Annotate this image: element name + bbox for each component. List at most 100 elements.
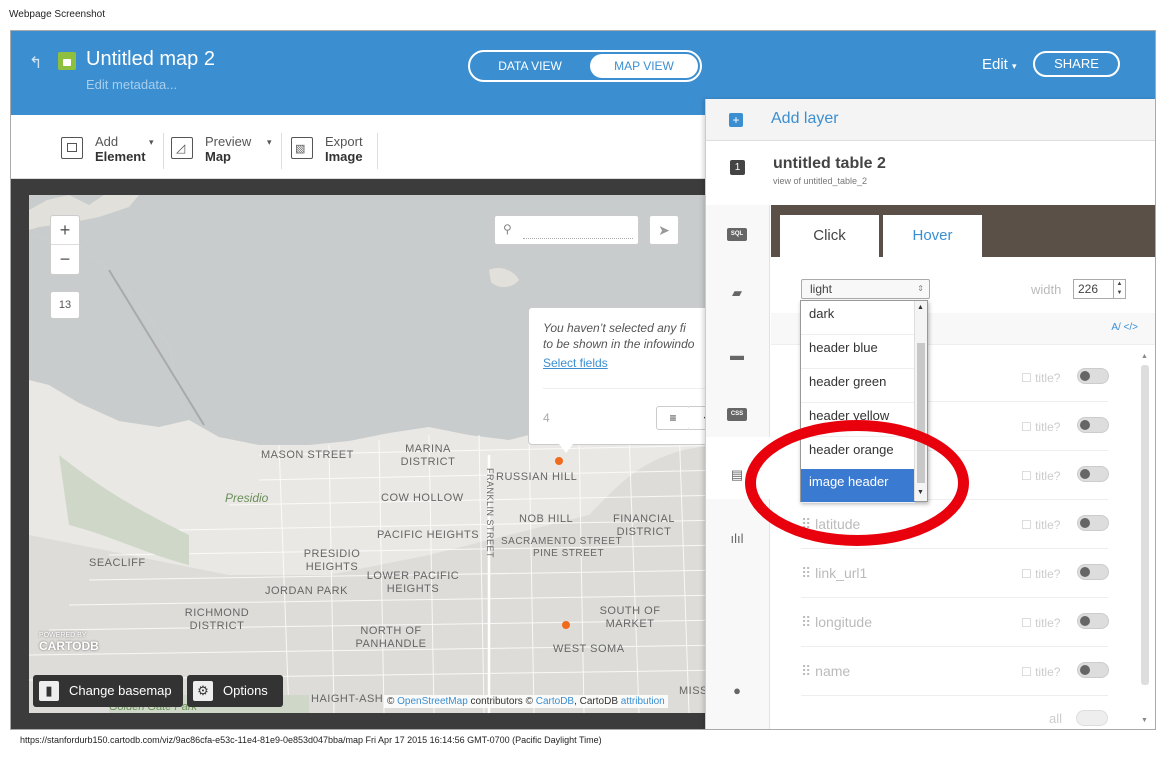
layer-header[interactable]: 1 untitled table 2 view of untitled_tabl…: [706, 142, 1155, 205]
field-row: ⠿ longitude ☐ title?: [801, 598, 1109, 647]
filters-chart-icon[interactable]: ılıl: [726, 531, 748, 547]
map-label: NORTH OF PANHANDLE: [355, 625, 427, 650]
field-toggle[interactable]: [1077, 515, 1109, 531]
sql-icon[interactable]: SQL: [726, 227, 748, 243]
field-toggle[interactable]: [1077, 466, 1109, 482]
cartodb-link[interactable]: CartoDB: [536, 696, 574, 707]
list-icon[interactable]: ≡: [656, 406, 690, 430]
map-label: HAIGHT-ASH: [311, 693, 384, 705]
title-checkbox-label: title?: [1035, 518, 1061, 532]
openstreetmap-link[interactable]: OpenStreetMap: [397, 696, 468, 707]
toolbar-divider: [377, 133, 378, 169]
theme-select-value: light: [810, 282, 833, 296]
change-basemap-button[interactable]: ▮ Change basemap: [33, 675, 183, 707]
infowindow-line2: to be shown in the infowindo: [543, 337, 695, 351]
cartodb-logo: CARTODB: [39, 639, 99, 653]
zoom-in-button[interactable]: +: [51, 216, 79, 245]
edit-menu[interactable]: Edit ▾: [982, 56, 1017, 73]
add-element-line2: Element: [95, 149, 146, 164]
width-input[interactable]: 226 ▲ ▼: [1073, 279, 1126, 299]
back-arrow-icon[interactable]: ↰: [29, 53, 42, 73]
locate-arrow-icon[interactable]: ➤: [649, 215, 679, 245]
dropdown-option[interactable]: header blue: [801, 335, 915, 369]
preview-map-button[interactable]: ◿ Preview Map ▾: [171, 133, 281, 169]
search-icon: ⚲: [503, 222, 512, 236]
map-view-button[interactable]: MAP VIEW: [590, 54, 698, 78]
field-toggle[interactable]: [1077, 564, 1109, 580]
title-checkbox[interactable]: ☐ title?: [1021, 665, 1060, 679]
select-fields-link[interactable]: Select fields: [543, 356, 608, 370]
lock-icon[interactable]: [58, 52, 76, 70]
title-checkbox[interactable]: ☐ title?: [1021, 518, 1060, 532]
field-label: link_url1: [815, 565, 868, 581]
scroll-up-icon[interactable]: ▲: [917, 304, 924, 311]
layer-name[interactable]: untitled table 2: [773, 155, 886, 173]
dropdown-option[interactable]: dark: [801, 301, 915, 335]
field-name: ⠿ link_url1: [801, 565, 868, 581]
dropdown-option[interactable]: header green: [801, 369, 915, 403]
field-toggle[interactable]: [1077, 613, 1109, 629]
scroll-up-icon[interactable]: ▲: [1141, 353, 1148, 360]
css-icon[interactable]: CSS: [726, 407, 748, 423]
all-toggle[interactable]: [1076, 710, 1108, 726]
title-checkbox[interactable]: ☐ title?: [1021, 616, 1060, 630]
title-checkbox-label: title?: [1035, 371, 1061, 385]
title-checkbox[interactable]: ☐ title?: [1021, 371, 1060, 385]
width-stepper[interactable]: ▲ ▼: [1113, 280, 1125, 298]
map-title[interactable]: Untitled map 2: [86, 48, 215, 71]
infowindow-message: You haven’t selected any fi to be shown …: [543, 320, 729, 352]
field-row: ⠿ name ☐ title?: [801, 647, 1109, 696]
scrollbar-thumb[interactable]: [1141, 365, 1149, 685]
field-row: ⠿ link_url1 ☐ title?: [801, 549, 1109, 598]
add-element-button[interactable]: Add Element ▾: [61, 133, 161, 169]
title-checkbox-label: title?: [1035, 567, 1061, 581]
infowindow-icon[interactable]: ▬: [726, 347, 748, 363]
width-label: width: [1031, 282, 1062, 297]
options-button[interactable]: ⚙ Options: [187, 675, 283, 707]
title-checkbox[interactable]: ☐ title?: [1021, 567, 1060, 581]
width-value: 226: [1078, 282, 1099, 296]
field-toggle[interactable]: [1077, 662, 1109, 678]
export-line1: Export: [325, 134, 363, 149]
map-canvas[interactable]: MASON STREET MARINA DISTRICT Presidio CO…: [29, 195, 729, 713]
attribution-link[interactable]: attribution: [621, 696, 665, 707]
map-label: WEST SOMA: [553, 643, 625, 655]
code-icons[interactable]: A/ </>: [1111, 322, 1138, 333]
map-point: [555, 457, 563, 465]
share-button[interactable]: SHARE: [1033, 51, 1120, 77]
field-toggle[interactable]: [1077, 368, 1109, 384]
url-footer: https://stanfordurb150.cartodb.com/viz/9…: [20, 735, 602, 745]
export-image-button[interactable]: ▧ Export Image: [291, 133, 381, 169]
theme-select[interactable]: light ⇕: [801, 279, 930, 299]
map-label: PACIFIC HEIGHTS: [377, 529, 480, 541]
map-search-input[interactable]: [523, 226, 633, 239]
preview-icon: ◿: [171, 137, 193, 159]
fields-scrollbar[interactable]: ▲ ▼: [1139, 353, 1151, 728]
export-line2: Image: [325, 149, 363, 164]
map-label: Presidio: [225, 491, 269, 505]
chevron-down-icon: ▾: [1012, 61, 1017, 71]
add-layer-bar[interactable]: + Add layer: [706, 99, 1155, 141]
tab-hover[interactable]: Hover: [883, 215, 982, 257]
wizard-icon[interactable]: ●: [726, 683, 748, 699]
field-label: name: [815, 663, 851, 679]
layer-subtitle: view of untitled_table_2: [773, 176, 868, 186]
field-name: ⠿ name: [801, 663, 851, 679]
zoom-out-button[interactable]: −: [51, 245, 79, 274]
gear-icon: ⚙: [193, 681, 213, 701]
title-checkbox[interactable]: ☐ title?: [1021, 469, 1060, 483]
brush-icon[interactable]: ▰: [726, 285, 748, 301]
title-checkbox[interactable]: ☐ title?: [1021, 420, 1060, 434]
field-label: longitude: [815, 614, 872, 630]
field-toggle[interactable]: [1077, 417, 1109, 433]
map-label: COW HOLLOW: [381, 492, 464, 504]
data-view-button[interactable]: DATA VIEW: [472, 54, 588, 78]
popup-tail: [559, 444, 573, 453]
app-screen: ↰ Untitled map 2 Edit metadata... DATA V…: [10, 30, 1156, 730]
scroll-down-icon[interactable]: ▼: [1141, 717, 1148, 724]
tabs-bar: Click Hover: [771, 205, 1155, 257]
map-label: JORDAN PARK: [265, 585, 348, 597]
edit-metadata-link[interactable]: Edit metadata...: [86, 77, 177, 92]
attr-mid: contributors ©: [470, 696, 533, 707]
tab-click[interactable]: Click: [780, 215, 879, 257]
